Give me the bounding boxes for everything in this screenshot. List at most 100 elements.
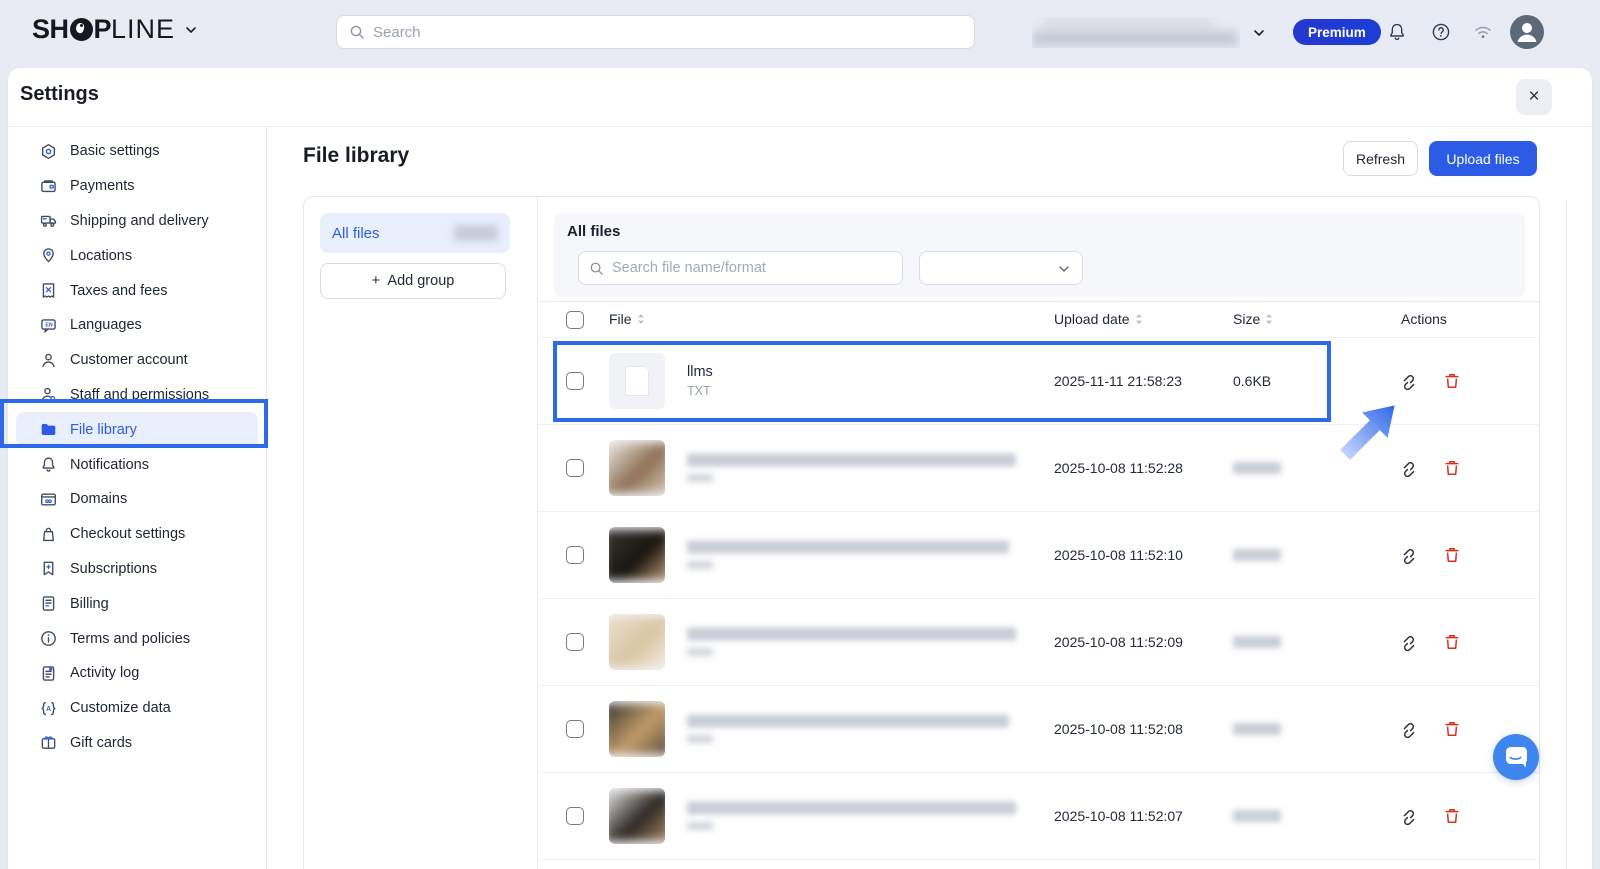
refresh-button[interactable]: Refresh [1343,141,1418,176]
sidebar-item-subscriptions[interactable]: Subscriptions [16,552,258,587]
sidebar-item-staff-and-permissions[interactable]: Staff and permissions [16,378,258,413]
group-tab-all-files[interactable]: All files [320,213,510,253]
upload-date: 2025-10-08 11:52:08 [1054,721,1183,737]
copy-link-icon[interactable] [1399,545,1419,565]
file-name-redacted [687,453,1016,467]
sidebar-item-activity-log[interactable]: Activity log [16,656,258,691]
column-header-size[interactable]: Size [1233,311,1273,327]
customer-icon [40,352,57,369]
sidebar-item-domains[interactable]: Domains [16,482,258,517]
sidebar-item-file-library[interactable]: File library [16,412,258,448]
settings-title: Settings [20,83,99,105]
file-name-redacted [687,801,1016,815]
file-library-card: All files + Add group All files File Upl… [303,196,1540,869]
delete-icon[interactable] [1442,806,1462,826]
row-checkbox[interactable] [566,807,584,825]
notifications-bell-icon[interactable] [1387,22,1407,42]
sidebar-item-payments[interactable]: Payments [16,169,258,204]
select-all-checkbox[interactable] [566,311,584,329]
file-size-redacted [1233,810,1281,822]
sidebar-item-label: Billing [70,595,109,612]
help-icon[interactable] [1431,22,1451,42]
sidebar-item-label: Domains [70,491,128,508]
sidebar-item-billing[interactable]: Billing [16,586,258,621]
subscriptions-icon [40,560,57,577]
delete-icon[interactable] [1442,371,1462,391]
gift-icon [40,734,57,751]
row-checkbox[interactable] [566,372,584,390]
sort-icon[interactable] [1135,313,1143,325]
delete-icon[interactable] [1442,632,1462,652]
column-header-upload-date[interactable]: Upload date [1054,311,1143,327]
add-group-button[interactable]: + Add group [320,263,506,299]
customize-icon: A [40,700,57,717]
file-search[interactable] [578,251,903,285]
sidebar-item-languages[interactable]: EN Languages [16,308,258,343]
wifi-status-icon[interactable] [1473,22,1493,42]
store-switcher[interactable] [1032,17,1270,48]
terms-icon [40,630,57,647]
sidebar-item-shipping-and-delivery[interactable]: Shipping and delivery [16,204,258,239]
sidebar-item-locations[interactable]: Locations [16,238,258,273]
chat-widget-button[interactable] [1493,734,1539,780]
sidebar-item-checkout-settings[interactable]: Checkout settings [16,517,258,552]
sidebar-item-label: Checkout settings [70,526,186,543]
type-filter-dropdown[interactable] [919,251,1083,285]
user-avatar[interactable] [1510,15,1544,49]
upload-date: 2025-10-08 11:52:07 [1054,808,1183,824]
copy-link-icon[interactable] [1399,458,1419,478]
copy-link-icon[interactable] [1399,806,1419,826]
file-search-input[interactable] [612,260,892,276]
premium-badge[interactable]: Premium [1293,19,1381,45]
copy-link-icon[interactable] [1399,371,1419,391]
store-chevron-down-icon[interactable] [1253,27,1265,39]
filter-section-title: All files [567,223,621,240]
sidebar-item-taxes-and-fees[interactable]: Taxes and fees [16,273,258,308]
sidebar-item-terms-and-policies[interactable]: Terms and policies [16,621,258,656]
file-size-redacted [1233,636,1281,648]
basic-icon [40,143,57,160]
sidebar-item-label: Staff and permissions [70,386,210,403]
search-icon [590,262,603,275]
sidebar-item-gift-cards[interactable]: Gift cards [16,726,258,761]
delete-icon[interactable] [1442,545,1462,565]
table-row-1: llms TXT 2025-11-11 21:58:23 0.6KB [538,338,1539,425]
row-checkbox[interactable] [566,633,584,651]
file-size-redacted [1233,723,1281,735]
sidebar-item-customer-account[interactable]: Customer account [16,343,258,378]
shopline-logo-text: SH P LINE [32,14,176,44]
sidebar-item-basic-settings[interactable]: Basic settings [16,134,258,169]
delete-icon[interactable] [1442,458,1462,478]
file-format-redacted [687,473,713,483]
sidebar-item-label: Gift cards [70,734,133,751]
sort-icon[interactable] [637,313,645,325]
column-header-file[interactable]: File [609,311,645,327]
sidebar-item-notifications[interactable]: Notifications [16,447,258,482]
file-name-redacted [687,540,1009,554]
file-name-redacted [687,714,1009,728]
file-thumbnail [609,701,665,757]
svg-text:A: A [46,706,51,713]
file-meta [687,540,1009,570]
sidebar-item-customize-data[interactable]: A Customize data [16,691,258,726]
sort-icon[interactable] [1265,313,1273,325]
file-thumbnail [609,614,665,670]
delete-icon[interactable] [1442,719,1462,739]
copy-link-icon[interactable] [1399,719,1419,739]
row-checkbox[interactable] [566,720,584,738]
sidebar-item-label: Payments [70,178,135,195]
locations-icon [40,247,57,264]
upload-files-button[interactable]: Upload files [1429,141,1537,176]
shipping-icon [40,212,57,229]
global-search-input[interactable] [373,23,962,41]
payments-icon [40,178,57,195]
row-checkbox[interactable] [566,459,584,477]
row-checkbox[interactable] [566,546,584,564]
shopline-logo[interactable]: SH P LINE [32,14,197,45]
sidebar-item-label: Activity log [70,665,140,682]
close-settings-button[interactable]: × [1516,79,1552,115]
sidebar-item-label: Taxes and fees [70,282,168,299]
global-search[interactable] [336,15,975,49]
image-thumbnail-redacted [609,703,665,755]
copy-link-icon[interactable] [1399,632,1419,652]
